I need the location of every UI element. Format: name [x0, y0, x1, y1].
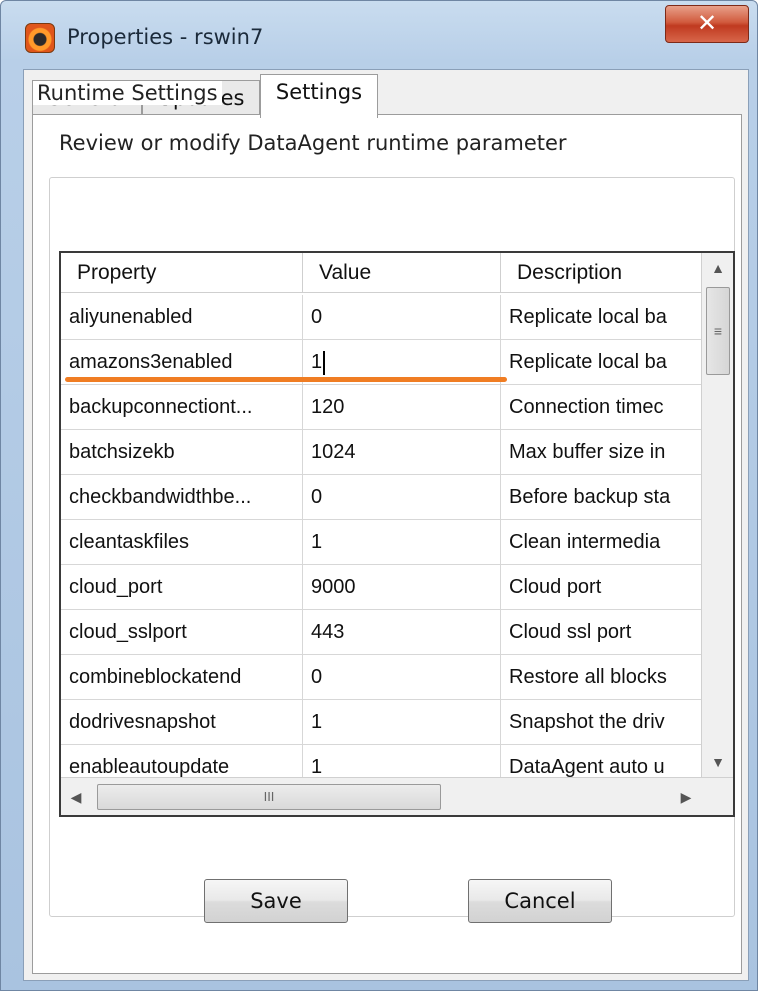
value-cell[interactable]: 120: [303, 385, 501, 430]
horizontal-scroll-thumb[interactable]: III: [97, 784, 441, 810]
description-cell[interactable]: Replicate local ba: [501, 295, 701, 340]
table-row[interactable]: aliyunenabled 0 Replicate local ba: [61, 295, 701, 340]
properties-window: Properties - rswin7 ✕ General Updates Se…: [0, 0, 758, 991]
table-row[interactable]: backupconnectiont... 120 Connection timec: [61, 385, 701, 430]
property-cell[interactable]: backupconnectiont...: [61, 385, 303, 430]
table-row[interactable]: checkbandwidthbe... 0 Before backup sta: [61, 475, 701, 520]
scroll-down-icon[interactable]: ▼: [702, 747, 733, 777]
vertical-scrollbar[interactable]: ▲ ≡ ▼: [701, 253, 733, 777]
scroll-up-icon[interactable]: ▲: [702, 253, 733, 283]
value-cell[interactable]: 0: [303, 655, 501, 700]
property-cell[interactable]: dodrivesnapshot: [61, 700, 303, 745]
description-cell[interactable]: Before backup sta: [501, 475, 701, 520]
description-cell[interactable]: Connection timec: [501, 385, 701, 430]
property-cell[interactable]: combineblockatend: [61, 655, 303, 700]
table-row[interactable]: batchsizekb 1024 Max buffer size in: [61, 430, 701, 475]
value-cell[interactable]: 9000: [303, 565, 501, 610]
property-cell[interactable]: cloud_sslport: [61, 610, 303, 655]
properties-table: Property Value Description aliyunenabled…: [59, 251, 735, 817]
column-header-description[interactable]: Description: [501, 253, 701, 293]
app-icon: [25, 23, 55, 53]
vertical-scroll-thumb[interactable]: ≡: [706, 287, 730, 375]
close-button[interactable]: ✕: [665, 5, 749, 43]
description-cell[interactable]: Snapshot the driv: [501, 700, 701, 745]
description-cell[interactable]: Max buffer size in: [501, 430, 701, 475]
save-button[interactable]: Save: [204, 879, 348, 923]
table-row[interactable]: cleantaskfiles 1 Clean intermedia: [61, 520, 701, 565]
group-description: Review or modify DataAgent runtime param…: [59, 131, 567, 155]
value-cell[interactable]: 1: [303, 700, 501, 745]
text-cursor: [323, 350, 326, 375]
column-header-property[interactable]: Property: [61, 253, 303, 293]
table-row[interactable]: combineblockatend 0 Restore all blocks: [61, 655, 701, 700]
table-row[interactable]: dodrivesnapshot 1 Snapshot the driv: [61, 700, 701, 745]
property-cell[interactable]: checkbandwidthbe...: [61, 475, 303, 520]
scroll-left-icon[interactable]: ◀: [61, 778, 91, 815]
value-cell[interactable]: 0: [303, 475, 501, 520]
description-cell[interactable]: Clean intermedia: [501, 520, 701, 565]
group-title: Runtime Settings: [33, 81, 222, 105]
table-row[interactable]: cloud_port 9000 Cloud port: [61, 565, 701, 610]
property-cell[interactable]: batchsizekb: [61, 430, 303, 475]
property-cell[interactable]: cleantaskfiles: [61, 520, 303, 565]
description-cell[interactable]: Cloud port: [501, 565, 701, 610]
value-cell[interactable]: 0: [303, 295, 501, 340]
value-cell[interactable]: 443: [303, 610, 501, 655]
description-cell[interactable]: Replicate local ba: [501, 340, 701, 385]
scroll-right-icon[interactable]: ▶: [671, 778, 701, 815]
description-cell[interactable]: Cloud ssl port: [501, 610, 701, 655]
column-header-value[interactable]: Value: [303, 253, 501, 293]
table-row[interactable]: cloud_sslport 443 Cloud ssl port: [61, 610, 701, 655]
tab-settings[interactable]: Settings: [260, 74, 378, 118]
value-cell[interactable]: 1024: [303, 430, 501, 475]
horizontal-scrollbar[interactable]: ◀ III ▶: [61, 777, 733, 815]
value-cell[interactable]: 1: [303, 520, 501, 565]
table-header: Property Value Description: [61, 253, 701, 293]
highlight-underline: [65, 377, 507, 382]
property-cell[interactable]: aliyunenabled: [61, 295, 303, 340]
description-cell[interactable]: Restore all blocks: [501, 655, 701, 700]
cancel-button[interactable]: Cancel: [468, 879, 612, 923]
property-cell[interactable]: cloud_port: [61, 565, 303, 610]
window-title: Properties - rswin7: [67, 25, 264, 49]
title-bar[interactable]: Properties - rswin7 ✕: [1, 1, 757, 71]
